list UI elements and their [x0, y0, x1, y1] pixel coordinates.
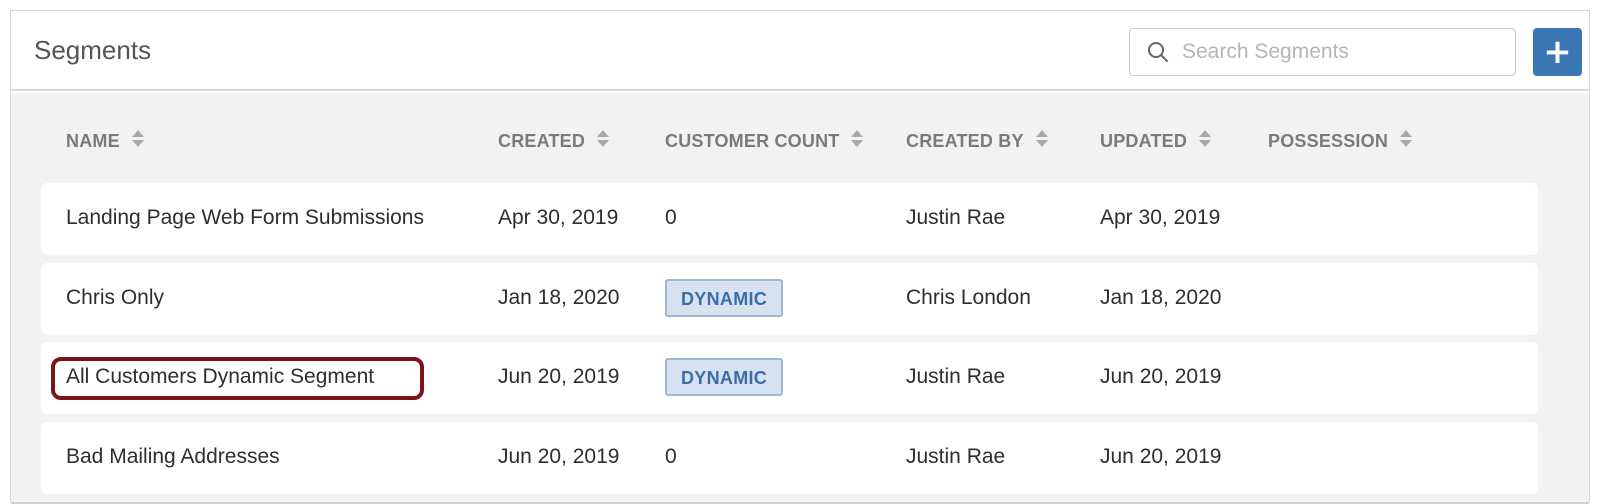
table-header: NAME CREATED CUSTOMER COUNT CREATED BY U… [11, 130, 1589, 155]
sort-icon[interactable] [597, 130, 610, 148]
search-icon [1148, 42, 1168, 62]
created-by: Justin Rae [906, 445, 1006, 468]
table-row[interactable]: All Customers Dynamic Segment Jun 20, 20… [41, 342, 1538, 414]
created-by: Justin Rae [906, 206, 1006, 229]
column-header-created[interactable]: CREATED [498, 130, 610, 152]
column-header-created-by[interactable]: CREATED BY [906, 130, 1048, 152]
sort-icon[interactable] [131, 130, 144, 148]
updated-date: Jun 20, 2019 [1100, 445, 1222, 468]
segment-name[interactable]: Bad Mailing Addresses [66, 445, 280, 469]
search-input[interactable] [1182, 29, 1502, 75]
segment-name[interactable]: All Customers Dynamic Segment [66, 365, 374, 389]
customer-count: 0 [665, 206, 677, 229]
updated-date: Apr 30, 2019 [1100, 206, 1221, 229]
column-header-possession[interactable]: POSSESSION [1268, 130, 1413, 152]
updated-date: Jan 18, 2020 [1100, 286, 1222, 309]
column-header-name[interactable]: NAME [66, 130, 144, 152]
segment-name[interactable]: Landing Page Web Form Submissions [66, 206, 424, 230]
created-date: Jun 20, 2019 [498, 365, 620, 388]
created-date: Jan 18, 2020 [498, 286, 620, 309]
customer-count: 0 [665, 445, 677, 468]
created-date: Apr 30, 2019 [498, 206, 619, 229]
table-row[interactable]: Chris Only Jan 18, 2020 DYNAMIC Chris Lo… [41, 263, 1538, 335]
sort-icon[interactable] [1199, 130, 1212, 148]
segments-panel: Segments + NAME CREATED CUSTOMER COUNT C… [10, 10, 1590, 504]
column-header-updated[interactable]: UPDATED [1100, 130, 1212, 152]
search-box[interactable] [1129, 28, 1516, 76]
sort-icon[interactable] [1400, 130, 1413, 148]
column-header-customer-count[interactable]: CUSTOMER COUNT [665, 130, 864, 152]
dynamic-badge: DYNAMIC [665, 358, 784, 396]
page-title: Segments [34, 35, 152, 65]
panel-header: Segments + [11, 11, 1589, 91]
sort-icon[interactable] [1035, 130, 1048, 148]
created-date: Jun 20, 2019 [498, 445, 620, 468]
dynamic-badge: DYNAMIC [665, 279, 784, 317]
segment-name[interactable]: Chris Only [66, 286, 164, 310]
created-by: Justin Rae [906, 365, 1006, 388]
plus-icon: + [1543, 32, 1572, 72]
sort-icon[interactable] [851, 130, 864, 148]
segments-table: NAME CREATED CUSTOMER COUNT CREATED BY U… [11, 93, 1589, 504]
table-row[interactable]: Landing Page Web Form Submissions Apr 30… [41, 183, 1538, 255]
created-by: Chris London [906, 286, 1031, 309]
add-segment-button[interactable]: + [1533, 28, 1582, 76]
updated-date: Jun 20, 2019 [1100, 365, 1222, 388]
table-row[interactable]: Bad Mailing Addresses Jun 20, 2019 0 Jus… [41, 422, 1538, 494]
